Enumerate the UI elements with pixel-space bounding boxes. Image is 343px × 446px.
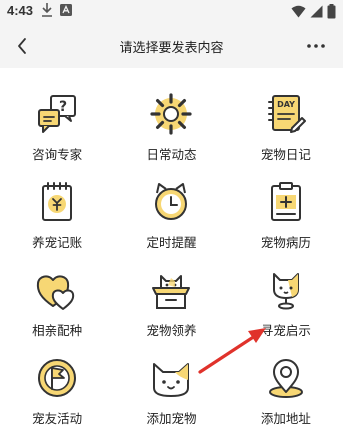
signal-icon [310, 5, 323, 18]
menu-item-timed-reminder[interactable]: 定时提醒 [114, 180, 228, 268]
medical-clipboard-icon [270, 182, 301, 221]
alarm-clock-icon [155, 183, 188, 220]
menu-item-label: 相亲配种 [32, 323, 83, 338]
battery-icon [327, 4, 336, 19]
consult-expert-icon: ? [38, 95, 77, 133]
menu-item-label: 添加宠物 [146, 411, 197, 426]
menu-item-pet-medical-record[interactable]: 宠物病历 [229, 180, 343, 268]
double-heart-icon [37, 275, 75, 310]
menu-item-add-pet[interactable]: 添加宠物 [114, 356, 228, 444]
menu-item-label: 定时提醒 [146, 235, 197, 250]
ledger-icon [42, 182, 73, 221]
post-type-grid: ? 咨询专家 日常动态 DAY 宠物日记 养宠记账 定时提醒 宠物病历 相亲配种… [0, 92, 343, 444]
cat-location-icon [272, 273, 299, 310]
menu-item-consult-expert[interactable]: ? 咨询专家 [0, 92, 114, 180]
page-title: 请选择要发表内容 [119, 41, 224, 56]
status-bar: 4:43 [0, 0, 343, 24]
diary-icon: DAY [267, 95, 306, 133]
system-status-icons [291, 4, 336, 19]
content-panel: ? 咨询专家 日常动态 DAY 宠物日记 养宠记账 定时提醒 宠物病历 相亲配种… [0, 68, 343, 446]
menu-item-label: 宠物领养 [146, 323, 197, 338]
nav-bar: 请选择要发表内容 [0, 24, 343, 68]
menu-item-pet-matchmaking[interactable]: 相亲配种 [0, 268, 114, 356]
status-time: 4:43 [7, 3, 34, 18]
aperture-icon [150, 93, 193, 135]
more-button[interactable] [303, 36, 329, 56]
cat-face-icon [153, 363, 190, 397]
flag-badge-icon [38, 359, 77, 397]
menu-item-lost-pet-notice[interactable]: 寻宠启示 [229, 268, 343, 356]
menu-item-label: 宠物病历 [260, 235, 311, 250]
menu-item-label: 宠友活动 [32, 411, 83, 426]
menu-item-pet-friend-activity[interactable]: 宠友活动 [0, 356, 114, 444]
location-pin-icon [268, 359, 303, 398]
menu-item-label: 咨询专家 [32, 147, 83, 162]
menu-item-label: 日常动态 [146, 147, 197, 162]
menu-item-add-address[interactable]: 添加地址 [229, 356, 343, 444]
notification-icons [41, 2, 73, 18]
app-notification-icon [60, 4, 72, 16]
menu-item-label: 养宠记账 [32, 235, 83, 250]
menu-item-label: 寻宠启示 [260, 323, 311, 338]
diary-badge-text: DAY [277, 100, 295, 109]
menu-item-label: 添加地址 [260, 411, 311, 426]
more-dots-icon [307, 44, 325, 48]
wifi-icon [291, 5, 306, 18]
menu-item-pet-accounting[interactable]: 养宠记账 [0, 180, 114, 268]
download-icon [42, 3, 52, 17]
menu-item-pet-adoption[interactable]: 宠物领养 [114, 268, 228, 356]
menu-item-pet-diary[interactable]: DAY 宠物日记 [229, 92, 343, 180]
svg-text:?: ? [59, 99, 67, 115]
menu-item-daily-moments[interactable]: 日常动态 [114, 92, 228, 180]
menu-item-label: 宠物日记 [260, 147, 311, 162]
cat-in-box-icon [152, 275, 191, 309]
